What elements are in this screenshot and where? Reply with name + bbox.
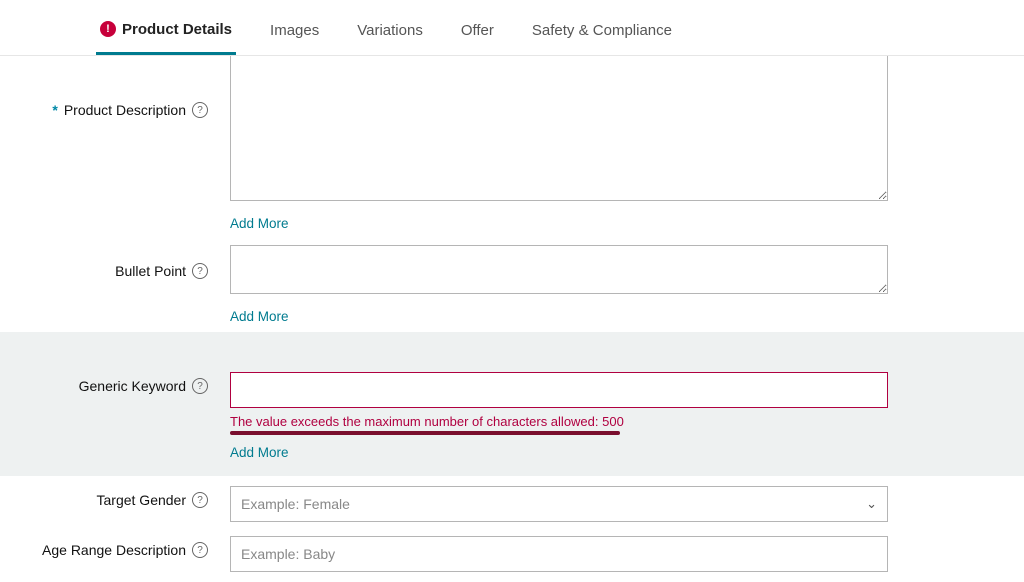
required-marker: * bbox=[52, 102, 57, 118]
tab-bar: ! Product Details Images Variations Offe… bbox=[0, 0, 1024, 56]
error-message: The value exceeds the maximum number of … bbox=[230, 414, 888, 429]
field-label: Generic Keyword bbox=[79, 378, 186, 394]
row-generic-keyword: Generic Keyword ? The value exceeds the … bbox=[0, 372, 1024, 462]
tab-label: Product Details bbox=[122, 21, 232, 38]
tab-label: Images bbox=[270, 22, 319, 39]
age-range-description-input[interactable] bbox=[230, 536, 888, 572]
help-icon[interactable]: ? bbox=[192, 378, 208, 394]
bullet-point-input[interactable] bbox=[230, 245, 888, 294]
add-more-link[interactable]: Add More bbox=[230, 309, 289, 324]
help-icon[interactable]: ? bbox=[192, 542, 208, 558]
field-label: Age Range Description bbox=[42, 542, 186, 558]
tab-product-details[interactable]: ! Product Details bbox=[96, 9, 236, 55]
row-target-gender: Target Gender ? Example: Female ⌄ bbox=[0, 476, 1024, 528]
tab-label: Safety & Compliance bbox=[532, 22, 672, 39]
tab-variations[interactable]: Variations bbox=[353, 10, 427, 53]
field-label: Bullet Point bbox=[115, 263, 186, 279]
row-age-range-description: Age Range Description ? bbox=[0, 528, 1024, 578]
select-placeholder: Example: Female bbox=[241, 496, 350, 512]
help-icon[interactable]: ? bbox=[192, 492, 208, 508]
tab-safety-compliance[interactable]: Safety & Compliance bbox=[528, 10, 676, 53]
row-generic-keyword-band: Generic Keyword ? The value exceeds the … bbox=[0, 332, 1024, 476]
add-more-link[interactable]: Add More bbox=[230, 216, 289, 231]
form-area: * Product Description ? Add More Bullet … bbox=[0, 56, 1024, 578]
tab-offer[interactable]: Offer bbox=[457, 10, 498, 53]
field-label: Target Gender bbox=[97, 492, 187, 508]
annotation-underline bbox=[230, 431, 620, 435]
add-more-link[interactable]: Add More bbox=[230, 445, 289, 460]
chevron-down-icon: ⌄ bbox=[866, 496, 877, 512]
tab-images[interactable]: Images bbox=[266, 10, 323, 53]
field-label: Product Description bbox=[64, 102, 186, 118]
help-icon[interactable]: ? bbox=[192, 263, 208, 279]
help-icon[interactable]: ? bbox=[192, 102, 208, 118]
row-bullet-point: Bullet Point ? Add More bbox=[0, 239, 1024, 332]
row-product-description: * Product Description ? Add More bbox=[0, 56, 1024, 239]
generic-keyword-input[interactable] bbox=[230, 372, 888, 408]
target-gender-select[interactable]: Example: Female ⌄ bbox=[230, 486, 888, 522]
tab-label: Offer bbox=[461, 22, 494, 39]
product-description-input[interactable] bbox=[230, 56, 888, 201]
tab-label: Variations bbox=[357, 22, 423, 39]
error-icon: ! bbox=[100, 21, 116, 37]
